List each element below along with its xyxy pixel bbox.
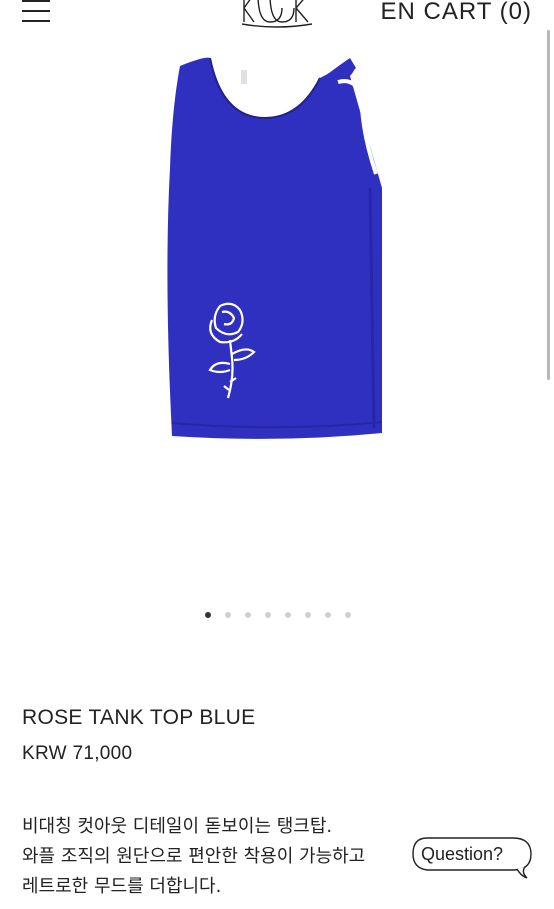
description-line: 레트로한 무드를 더합니다.: [22, 876, 222, 897]
question-button[interactable]: Question?: [409, 834, 535, 880]
cart-link[interactable]: CART (0): [424, 0, 532, 25]
gallery-dot[interactable]: [345, 612, 351, 618]
gallery-dot[interactable]: [265, 612, 271, 618]
gallery-dot[interactable]: [325, 612, 331, 618]
product-image: [167, 57, 383, 439]
gallery-dot[interactable]: [225, 612, 231, 618]
product-price: KRW 71,000: [22, 743, 133, 764]
gallery-pagination: [0, 612, 554, 622]
question-label: Question?: [421, 844, 504, 864]
scrollbar[interactable]: [547, 30, 550, 380]
description-line: 와플 조직의 원단으로 편안한 착용이 가능하고: [22, 846, 366, 867]
product-description: 비대칭 컷아웃 디테일이 돋보이는 탱크탑. 와플 조직의 원단으로 편안한 착…: [22, 812, 365, 902]
hamburger-menu-icon[interactable]: [22, 0, 50, 24]
gallery-dot[interactable]: [205, 612, 211, 618]
gallery-dot[interactable]: [245, 612, 251, 618]
product-name: ROSE TANK TOP BLUE: [22, 706, 256, 729]
gallery-dot[interactable]: [305, 612, 311, 618]
header-right: EN CART (0): [381, 0, 532, 26]
brand-logo[interactable]: [240, 0, 314, 30]
description-line: 비대칭 컷아웃 디테일이 돋보이는 탱크탑.: [22, 816, 333, 837]
language-toggle[interactable]: EN: [381, 0, 416, 25]
header: EN CART (0): [0, 0, 554, 34]
gallery-dot[interactable]: [285, 612, 291, 618]
